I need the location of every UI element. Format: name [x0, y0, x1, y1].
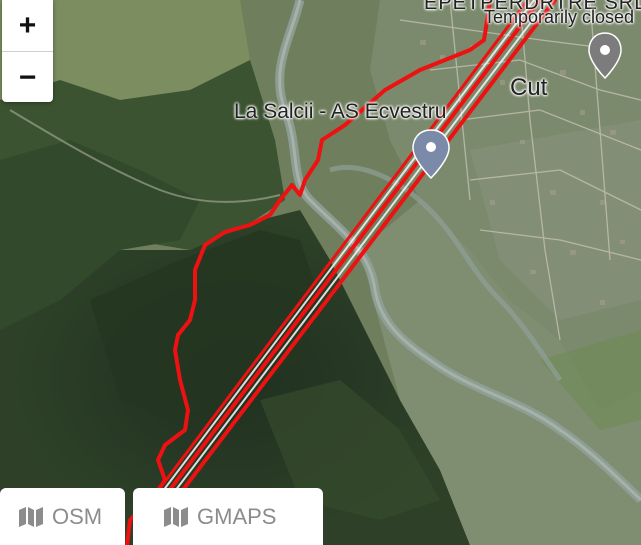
poi-label[interactable]: La Salcii - AS Ecvestru: [234, 100, 446, 124]
tab-osm[interactable]: OSM: [0, 488, 125, 545]
map-icon: [163, 506, 189, 528]
tab-gmaps[interactable]: GMAPS: [133, 488, 323, 545]
tab-osm-label: OSM: [52, 503, 103, 529]
zoom-in-button[interactable]: +: [2, 0, 53, 51]
zoom-out-button[interactable]: −: [2, 51, 53, 102]
tab-gmaps-label: GMAPS: [197, 503, 277, 529]
map-icon: [18, 506, 44, 528]
business-status-label: Temporarily closed: [484, 7, 635, 27]
village-label: Cut: [510, 74, 548, 101]
zoom-control: + −: [2, 0, 53, 102]
